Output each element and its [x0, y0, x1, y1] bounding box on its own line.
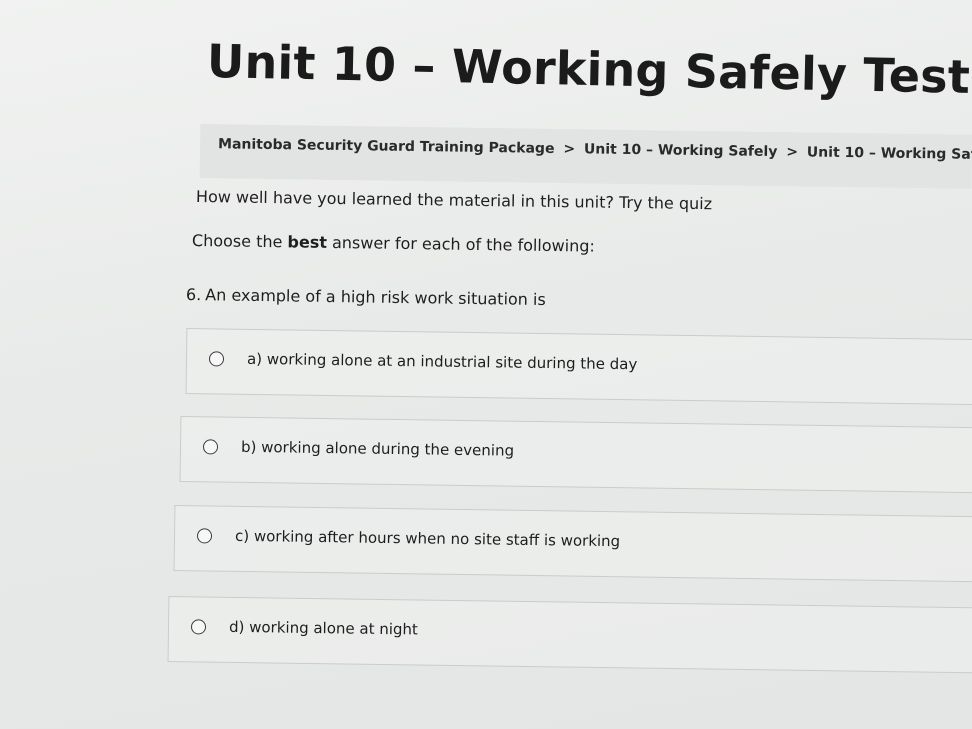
breadcrumb-separator: > — [563, 141, 576, 158]
breadcrumb-item-package[interactable]: Manitoba Security Guard Training Package — [218, 136, 555, 157]
answer-option-b[interactable]: b) working alone during the evening — [179, 416, 972, 494]
answer-option-label: d) working alone at night — [228, 617, 419, 639]
answer-option-c[interactable]: c) working after hours when no site staf… — [173, 505, 972, 583]
breadcrumb: Manitoba Security Guard Training Package… — [218, 136, 972, 163]
breadcrumb-bar: Manitoba Security Guard Training Package… — [199, 124, 972, 189]
breadcrumb-item-current: Unit 10 – Working Safely Test — [806, 144, 972, 164]
breadcrumb-item-unit[interactable]: Unit 10 – Working Safely — [584, 141, 778, 160]
radio-button-a[interactable] — [208, 351, 225, 367]
radio-button-b[interactable] — [202, 439, 219, 455]
answer-option-label: a) working alone at an industrial site d… — [246, 349, 638, 374]
question-number: 6. — [185, 285, 202, 305]
quiz-page: Unit 10 – Working Safely Test Manitoba S… — [0, 0, 972, 729]
instruction-before: Choose the — [191, 231, 288, 252]
answer-option-d[interactable]: d) working alone at night — [167, 596, 972, 674]
instruction-emphasis: best — [287, 232, 328, 252]
page-title: Unit 10 – Working Safely Test — [206, 34, 971, 104]
answer-option-a[interactable]: a) working alone at an industrial site d… — [185, 328, 972, 405]
intro-text: How well have you learned the material i… — [195, 187, 713, 214]
answer-option-label: c) working after hours when no site staf… — [234, 526, 621, 551]
breadcrumb-separator: > — [786, 144, 799, 161]
answer-option-label: b) working alone during the evening — [240, 437, 515, 460]
question-text: An example of a high risk work situation… — [205, 285, 546, 310]
radio-button-c[interactable] — [196, 528, 213, 544]
question-prompt: 6. An example of a high risk work situati… — [186, 285, 546, 309]
instruction-after: answer for each of the following: — [326, 232, 595, 256]
radio-button-d[interactable] — [190, 619, 207, 635]
instruction-text: Choose the best answer for each of the f… — [192, 231, 595, 256]
